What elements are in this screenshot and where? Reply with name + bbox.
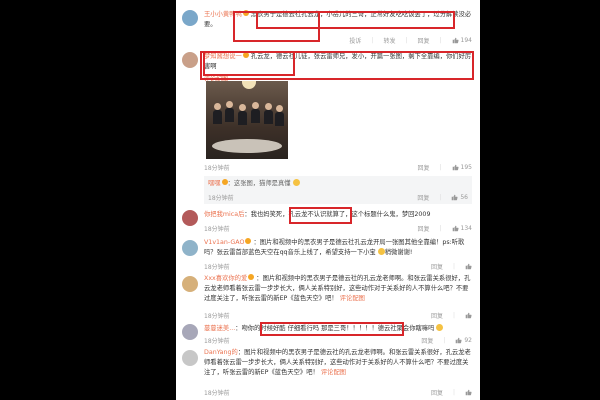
thumbs-up-icon xyxy=(465,312,472,319)
comment-meta: 18分钟前 回复 | 195 xyxy=(204,163,472,173)
author-name[interactable]: V1v1an-GAO xyxy=(204,239,244,246)
reply-button[interactable]: 回复 xyxy=(431,311,443,320)
comment-time: 18分钟前 xyxy=(204,226,230,233)
reply-text: 嘿嘿 ：这张图，猫师是真懂 xyxy=(208,179,300,189)
vip-badge-icon xyxy=(248,274,255,280)
like-button[interactable]: 134 xyxy=(452,225,472,232)
reply-button[interactable]: 回复 xyxy=(418,163,430,172)
thumbs-up-icon xyxy=(452,194,458,201)
like-count: 194 xyxy=(460,37,472,44)
like-button[interactable] xyxy=(465,389,472,396)
ceiling-light xyxy=(242,81,256,89)
comment-actions: 回复 | xyxy=(431,388,472,397)
avatar[interactable] xyxy=(182,350,198,366)
comment-meta: 18分钟前 回复 | xyxy=(204,262,472,272)
author-name[interactable]: 你把我mica后 xyxy=(204,211,244,218)
emoji-icon xyxy=(292,179,300,186)
comment-meta: 18分钟前 回复 | 92 xyxy=(204,336,472,346)
comment-item: DanYang的：图片和视频中的黑衣男子是德云社的孔云龙老师啊。和张云雷关系很好… xyxy=(176,348,480,398)
comment-meta: 18分钟前 回复 | 134 xyxy=(204,224,472,234)
reply-meta: 18分钟前 回复 | 56 xyxy=(208,193,468,203)
vip-badge-icon xyxy=(245,238,252,244)
reply-button[interactable]: 回复 xyxy=(431,262,443,271)
comment-item: Xxx喜欢你的爱 ：图片和视频中的黑衣男子是德云社的孔云龙老师啊。和张云雷关系很… xyxy=(176,274,480,320)
comment-item: 蔓蔓迷美...：吻你的时候好酷 仔细看行吗 那是三哥！！！！！德云社聚会你瞎嘛吗… xyxy=(176,322,480,346)
author-name[interactable]: 蔓蔓迷美... xyxy=(204,325,235,332)
avatar[interactable] xyxy=(182,324,198,340)
comment-actions: 回复 | xyxy=(431,311,472,320)
like-count: 195 xyxy=(460,164,472,171)
comment-actions: 投诉 | 转发 | 回复 | 194 xyxy=(349,36,472,45)
avatar[interactable] xyxy=(182,240,198,256)
avatar[interactable] xyxy=(182,276,198,292)
like-count: 134 xyxy=(460,225,472,232)
like-count: 56 xyxy=(460,194,468,201)
reply-button[interactable]: 回复 xyxy=(418,224,430,233)
dining-table xyxy=(212,139,282,153)
comment-actions: 回复 | 92 xyxy=(421,336,472,345)
comment-text: V1v1an-GAO ：图片和视频中的黑衣男子是德云社孔云龙开局一张图其他全靠编… xyxy=(204,238,472,258)
comment-actions: 回复 | 195 xyxy=(417,163,473,172)
comment-time: 18分钟前 xyxy=(204,338,230,345)
like-button[interactable]: 194 xyxy=(452,37,472,44)
forward-button[interactable]: 转发 xyxy=(383,36,395,45)
reply-button[interactable]: 回复 xyxy=(418,36,430,45)
reply-body: ：这张图，猫师是真懂 xyxy=(227,180,291,187)
comment-time: 18分钟前 xyxy=(204,264,230,271)
thumbs-up-icon xyxy=(465,389,472,396)
highlight-box xyxy=(260,322,404,336)
avatar[interactable] xyxy=(182,10,198,26)
avatar[interactable] xyxy=(182,52,198,68)
reply-actions: 回复 | 56 xyxy=(417,193,468,202)
comment-meta: 18分钟前 回复 | xyxy=(204,311,472,321)
thumbs-up-icon xyxy=(452,37,459,44)
reply-button[interactable]: 回复 xyxy=(421,336,433,345)
thumbs-up-icon xyxy=(456,337,462,344)
like-count: 92 xyxy=(464,337,472,344)
report-button[interactable]: 投诉 xyxy=(349,36,361,45)
author-name[interactable]: DanYang的 xyxy=(204,349,238,356)
comment-item: 王小小黄鸭鸭 黑衣男子是德云社孔云龙，小岳儿的三哥，正常好友吃吃饭罢了，过分解读… xyxy=(176,8,480,48)
comment-text: Xxx喜欢你的爱 ：图片和视频中的黑衣男子是德云社的孔云龙老师啊。和张云雷关系很… xyxy=(204,274,472,304)
comment-actions: 回复 | xyxy=(431,262,472,271)
like-button[interactable]: 56 xyxy=(451,194,468,201)
comment-item: 你把我mica后：我也妈笑死，孔云龙不认识就算了，这个标题什么鬼，梦回2009 … xyxy=(176,207,480,238)
reply-button[interactable]: 回复 xyxy=(417,193,429,202)
comment-time: 18分钟前 xyxy=(204,165,230,172)
emoji-icon xyxy=(436,324,444,331)
reply-button[interactable]: 回复 xyxy=(431,388,443,397)
comment-text: DanYang的：图片和视频中的黑衣男子是德云社的孔云龙老师啊。和张云雷关系很好… xyxy=(204,348,472,378)
comment-time: 18分钟前 xyxy=(204,313,230,320)
like-button[interactable]: 195 xyxy=(452,164,472,171)
comment-item: V1v1an-GAO ：图片和视频中的黑衣男子是德云社孔云龙开局一张图其他全靠编… xyxy=(176,238,480,272)
avatar[interactable] xyxy=(182,210,198,226)
like-button[interactable] xyxy=(465,263,472,270)
thumbs-up-icon xyxy=(452,164,459,171)
emoji-icon xyxy=(377,248,385,255)
comment-panel: 王小小黄鸭鸭 黑衣男子是德云社孔云龙，小岳儿的三哥，正常好友吃吃饭罢了，过分解读… xyxy=(176,0,480,400)
comment-photo[interactable] xyxy=(206,81,288,159)
comment-time: 18分钟前 xyxy=(204,390,230,397)
reply-time: 18分钟前 xyxy=(208,195,234,202)
like-button[interactable] xyxy=(465,312,472,319)
reply-author[interactable]: 嘿嘿 xyxy=(208,180,221,187)
comment-extra: 稍微谢谢! xyxy=(384,249,413,256)
image-link-label[interactable]: 评论配图 xyxy=(340,295,365,302)
comment-item: 梦知酱想说一 孔云龙，德云社儿徒，张云雷师兄，发小，开篇一张图，剩下全靠编，你们… xyxy=(176,50,480,210)
highlight-box xyxy=(289,207,352,224)
image-link-label[interactable]: 评论配图 xyxy=(321,369,346,376)
reply-thread: 嘿嘿 ：这张图，猫师是真懂 18分钟前 回复 | 56 xyxy=(204,176,472,204)
thumbs-up-icon xyxy=(452,225,459,232)
comment-actions: 回复 | 134 xyxy=(417,224,473,233)
highlight-box xyxy=(256,11,455,29)
highlight-box xyxy=(200,51,474,80)
author-name[interactable]: Xxx喜欢你的爱 xyxy=(204,275,247,282)
comment-meta: 18分钟前 回复 | xyxy=(204,388,472,398)
like-button[interactable]: 92 xyxy=(455,337,472,344)
thumbs-up-icon xyxy=(465,263,472,270)
